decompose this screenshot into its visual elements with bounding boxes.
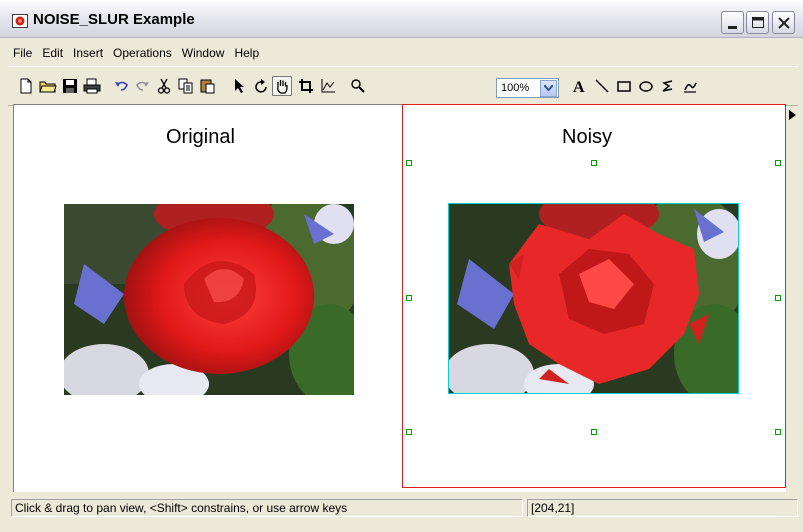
status-message: Click & drag to pan view, <Shift> constr… <box>11 499 523 517</box>
select-arrow-icon <box>235 79 244 93</box>
menu-help[interactable]: Help <box>229 44 264 62</box>
arrow-tool-icon <box>684 82 697 93</box>
text-icon: A <box>573 79 585 94</box>
print-icon <box>83 78 101 94</box>
crop-icon <box>299 79 313 93</box>
resize-handle[interactable] <box>775 429 781 435</box>
status-coordinates: [204,21] <box>527 499 798 517</box>
zoom-button[interactable] <box>348 76 368 96</box>
window-title: NOISE_SLUR Example <box>33 11 195 28</box>
crop-tool-button[interactable] <box>296 76 316 96</box>
print-button[interactable] <box>82 76 102 96</box>
undo-button[interactable] <box>112 76 132 96</box>
status-bar: Click & drag to pan view, <Shift> constr… <box>8 496 798 520</box>
close-icon <box>778 17 790 29</box>
copy-button[interactable] <box>176 76 196 96</box>
paste-button[interactable] <box>198 76 218 96</box>
pan-tool-button[interactable] <box>272 76 292 96</box>
resize-handle[interactable] <box>406 160 412 166</box>
menu-bar: File Edit Insert Operations Window Help <box>8 44 264 62</box>
ellipse-tool-button[interactable] <box>636 76 656 96</box>
rotate-icon <box>255 79 267 93</box>
new-file-icon <box>20 78 32 94</box>
minimize-icon <box>728 26 737 29</box>
app-window: NOISE_SLUR Example File Edit Insert Oper… <box>0 0 803 532</box>
resize-handle[interactable] <box>406 429 412 435</box>
redo-button[interactable] <box>132 76 152 96</box>
app-icon <box>12 14 28 28</box>
zoom-icon <box>351 79 365 93</box>
zoom-value: 100% <box>501 82 530 94</box>
line-icon <box>595 79 609 93</box>
menu-operations[interactable]: Operations <box>108 44 177 62</box>
toolbar: 100% A <box>8 66 798 106</box>
scroll-right-icon[interactable] <box>789 110 796 120</box>
maximize-icon <box>752 17 764 28</box>
maximize-button[interactable] <box>746 11 769 34</box>
noisy-image[interactable] <box>448 203 739 394</box>
paste-icon <box>200 79 215 94</box>
menu-edit[interactable]: Edit <box>37 44 68 62</box>
resize-handle[interactable] <box>406 295 412 301</box>
copy-icon <box>178 78 193 94</box>
redo-icon <box>136 81 149 91</box>
resize-handle[interactable] <box>591 160 597 166</box>
original-image[interactable] <box>64 204 354 395</box>
open-folder-icon <box>39 81 57 93</box>
minimize-button[interactable] <box>721 11 744 34</box>
ellipse-icon <box>639 81 653 92</box>
menu-insert[interactable]: Insert <box>68 44 108 62</box>
new-file-button[interactable] <box>16 76 36 96</box>
freeform-tool-button[interactable] <box>658 76 678 96</box>
title-bar[interactable]: NOISE_SLUR Example <box>0 0 803 38</box>
chevron-down-icon[interactable] <box>540 79 557 97</box>
freeform-icon <box>662 80 673 92</box>
save-button[interactable] <box>60 76 80 96</box>
arrow-tool-button[interactable] <box>680 76 700 96</box>
open-button[interactable] <box>38 76 58 96</box>
close-button[interactable] <box>772 11 795 34</box>
rectangle-icon <box>617 81 631 92</box>
line-tool-button[interactable] <box>592 76 612 96</box>
resize-handle[interactable] <box>775 295 781 301</box>
menu-window[interactable]: Window <box>177 44 230 62</box>
pan-hand-icon <box>277 80 288 94</box>
cut-button[interactable] <box>154 76 174 96</box>
original-title: Original <box>166 126 235 148</box>
rotate-tool-button[interactable] <box>252 76 272 96</box>
resize-handle[interactable] <box>591 429 597 435</box>
text-tool-button[interactable]: A <box>570 76 590 96</box>
resize-handle[interactable] <box>775 160 781 166</box>
rectangle-tool-button[interactable] <box>614 76 634 96</box>
zoom-select[interactable]: 100% <box>496 78 559 98</box>
data-cursor-icon <box>321 79 335 93</box>
undo-icon <box>115 81 128 91</box>
data-cursor-button[interactable] <box>318 76 338 96</box>
save-icon <box>63 79 77 93</box>
svg-text:A: A <box>573 79 585 94</box>
cut-icon <box>157 78 171 94</box>
menu-file[interactable]: File <box>8 44 37 62</box>
select-tool-button[interactable] <box>230 76 250 96</box>
